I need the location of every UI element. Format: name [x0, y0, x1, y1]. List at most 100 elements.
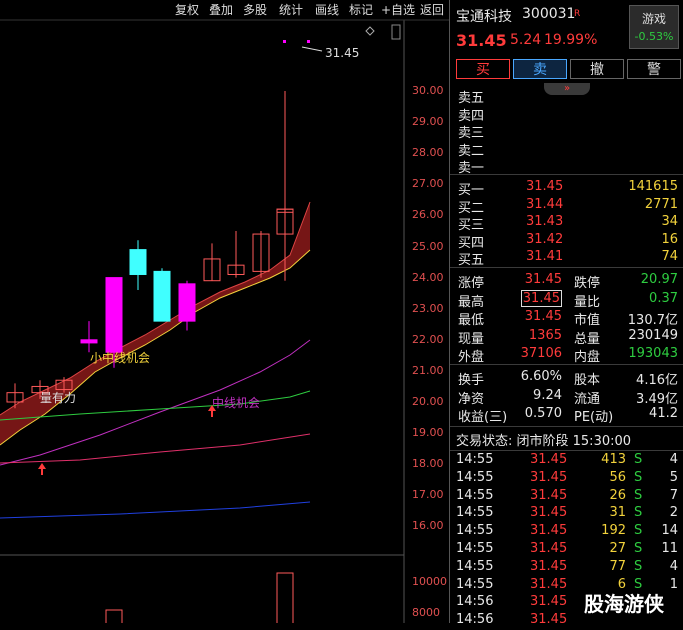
tick-row: 14:55 31.45 27 S 11	[450, 541, 683, 559]
divider	[450, 174, 683, 175]
bid-price: 31.41	[526, 249, 564, 264]
watermark-text: 股海游侠	[584, 592, 664, 616]
fund-row: 净资 9.24 流通 3.49亿	[450, 388, 683, 407]
stat-value: 130.7亿	[627, 313, 678, 328]
price-axis-tick: 21.00	[412, 363, 444, 377]
toolbar-button-2[interactable]: 多股	[243, 2, 267, 18]
stat-label: 量比	[574, 294, 601, 310]
price-pointer	[301, 46, 323, 52]
stat-value: 20.97	[640, 272, 678, 287]
fund-value: 3.49亿	[636, 391, 678, 407]
toolbar-button-7[interactable]: 返回	[420, 2, 444, 18]
bid-label: 买三	[458, 218, 485, 233]
alert-button[interactable]: 警	[627, 59, 681, 79]
stat-value: 193043	[628, 346, 678, 361]
tick-volume: 27	[609, 541, 626, 556]
marker-dot	[307, 40, 310, 43]
scroll-box	[391, 24, 401, 40]
fund-label: 股本	[574, 373, 601, 388]
tick-volume: 26	[609, 487, 626, 503]
tick-count: 4	[669, 558, 678, 574]
tick-price: 31.45	[530, 558, 568, 574]
tick-price: 31.45	[530, 541, 568, 556]
toolbar-button-3[interactable]: 统计	[279, 2, 303, 18]
tick-side: S	[634, 558, 643, 574]
bid-row: 买三 31.43 34	[450, 214, 683, 233]
tick-time: 14:55	[456, 558, 494, 574]
stat-value: 0.37	[649, 290, 678, 306]
toolbar-button-0[interactable]: 复权	[175, 2, 199, 18]
bid-row: 买五 31.41 74	[450, 249, 683, 268]
tick-count: 1	[669, 576, 678, 592]
bid-row: 买二 31.44 2771	[450, 196, 683, 216]
price-axis-tick: 26.00	[412, 208, 444, 222]
stat-value: 31.45	[520, 289, 562, 307]
tick-side: S	[634, 505, 643, 521]
price-axis-tick: 24.00	[412, 270, 444, 284]
bid-volume: 34	[661, 214, 678, 229]
trade-status-text: 交易状态: 闭市阶段 15:30:00	[456, 434, 632, 449]
stat-row: 外盘 37106 内盘 193043	[450, 346, 683, 365]
bid-volume: 141615	[628, 179, 678, 194]
kline-chart[interactable]: 31.45 小中线机会中线机会 量有力	[0, 0, 449, 623]
fund-value: 0.570	[524, 406, 562, 421]
tick-time: 14:55	[456, 487, 494, 503]
cancel-order-button[interactable]: 撤	[570, 59, 624, 79]
tick-row: 14:55 31.45 31 S 2	[450, 505, 683, 523]
tick-row: 14:55 31.45 192 S 14	[450, 523, 683, 541]
toolbar-button-5[interactable]: 标记	[349, 2, 373, 18]
ask-label: 卖三	[458, 126, 485, 141]
tick-count: 5	[669, 469, 678, 485]
fund-value: 6.60%	[520, 369, 562, 384]
ask-row: 卖四	[450, 105, 683, 124]
candle-body	[153, 270, 171, 322]
ask-label: 卖四	[458, 108, 485, 124]
tick-time: 14:55	[456, 505, 494, 521]
toolbar-button-1[interactable]: 叠加	[209, 2, 233, 18]
badge: R	[574, 9, 581, 19]
stat-row: 最低 31.45 市值 130.7亿	[450, 309, 683, 328]
price-axis-tick: 29.00	[412, 115, 444, 129]
stat-label: 最低	[458, 313, 485, 328]
tick-price: 31.45	[530, 576, 568, 592]
bid-volume: 2771	[644, 196, 678, 212]
divider	[450, 267, 683, 268]
bid-row: 买四 31.42 16	[450, 232, 683, 251]
fund-label: PE(动)	[574, 410, 614, 425]
tick-count: 11	[661, 541, 678, 556]
tick-volume: 56	[609, 469, 626, 485]
annotation-mid: 中线机会	[212, 395, 260, 410]
sell-button[interactable]: 卖	[513, 59, 567, 79]
price-line: 31.45 5.24 19.99%	[450, 31, 683, 51]
ask-row: 卖二	[450, 140, 683, 159]
tick-side: S	[634, 541, 643, 556]
tick-row: 14:55 31.45 77 S 4	[450, 559, 683, 577]
stock-code: 300031	[522, 6, 576, 22]
tick-count: 14	[661, 523, 678, 539]
bid-volume: 74	[661, 249, 678, 264]
chart-toolbar: 复权 叠加 多股 统计 画线 标记 +自选 返回	[0, 0, 449, 20]
ask-row: 卖三	[450, 122, 683, 141]
divider	[450, 364, 683, 365]
bid-price: 31.44	[526, 196, 564, 212]
stat-label: 现量	[458, 331, 485, 347]
stat-row: 涨停 31.45 跌停 20.97	[450, 272, 683, 291]
toolbar-button-6[interactable]: +自选	[381, 2, 415, 18]
volume-axis-tick: 8000	[412, 606, 440, 619]
price-axis-tick: 22.00	[412, 332, 444, 346]
fund-row: 换手 6.60% 股本 4.16亿	[450, 369, 683, 388]
toolbar-button-4[interactable]: 画线	[315, 2, 339, 18]
stat-value: 31.45	[524, 272, 562, 287]
stat-label: 外盘	[458, 350, 485, 365]
bid-label: 买四	[458, 235, 485, 251]
price-change-pct: 19.99%	[544, 32, 598, 48]
buy-button[interactable]: 买	[456, 59, 510, 79]
bid-price: 31.43	[526, 214, 564, 229]
up-arrow-icon	[38, 463, 46, 475]
ma-blue-line	[0, 501, 311, 519]
tick-time: 14:55	[456, 469, 494, 485]
price-change: 5.24	[510, 32, 542, 48]
kline-chart-area[interactable]: 31.45 小中线机会 中线机会 量有力 复权 叠加 多股 统计 画线 标记 +自选 返回 30.0…	[0, 0, 449, 623]
annotation-strength: 量有力	[40, 391, 76, 405]
tick-side: S	[634, 487, 643, 503]
